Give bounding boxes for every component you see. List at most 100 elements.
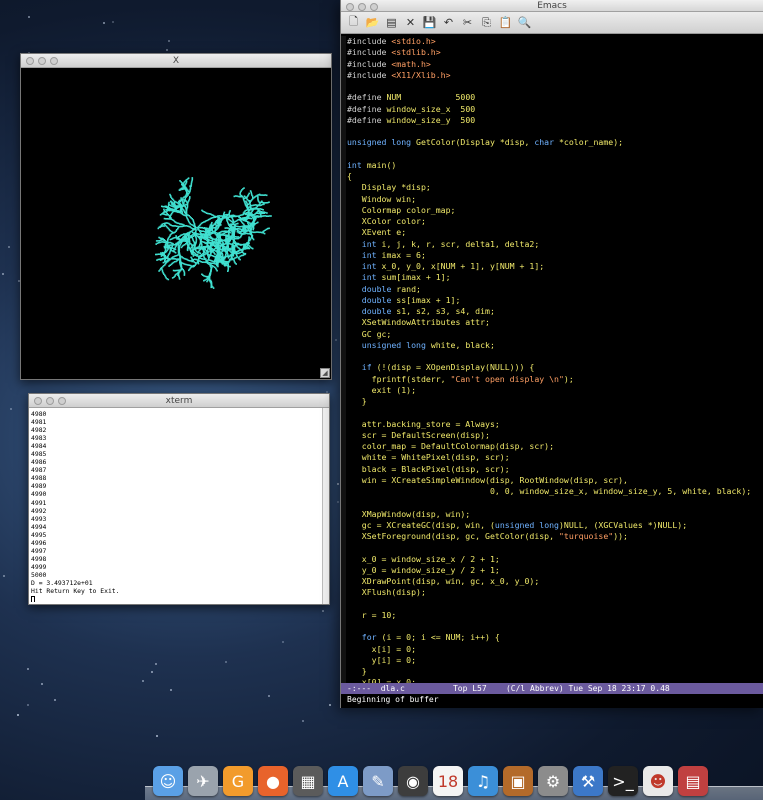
fractal-particle (222, 243, 225, 246)
fractal-particle (232, 229, 235, 231)
itunes-icon[interactable]: ♫ (468, 766, 498, 796)
fractal-particle (181, 210, 183, 213)
fractal-particle (186, 225, 189, 227)
calendar-icon[interactable]: 18 (433, 766, 463, 796)
close-button[interactable] (346, 3, 354, 11)
fractal-particle (256, 204, 258, 206)
zoom-button[interactable] (370, 3, 378, 11)
open-dir-icon[interactable]: ▤ (384, 15, 399, 30)
zoom-button[interactable] (50, 57, 58, 65)
fractal-particle (217, 239, 219, 241)
fractal-particle (247, 232, 249, 235)
fractal-particle (185, 210, 188, 213)
fractal-particle (175, 269, 178, 272)
window-app-icon[interactable]: ▤ (678, 766, 708, 796)
x11-window-title: X (172, 56, 180, 66)
copy-icon[interactable]: ⎘ (479, 15, 494, 30)
window-controls[interactable] (26, 57, 58, 65)
mode-line[interactable]: -:--- dla.c Top L57 (C/l Abbrev) Tue Sep… (341, 683, 763, 694)
cut-icon[interactable]: ✂ (460, 15, 475, 30)
fractal-particle (252, 228, 255, 231)
fractal-particle (206, 251, 208, 253)
fractal-particle (206, 234, 208, 236)
open-file-icon[interactable]: 📂 (365, 15, 380, 30)
fractal-particle (168, 216, 171, 219)
fractal-particle (188, 269, 190, 272)
firefox-icon[interactable]: ● (258, 766, 288, 796)
finder-icon[interactable]: ☺ (153, 766, 183, 796)
fractal-particle (210, 282, 212, 285)
fractal-particle (243, 225, 246, 227)
xterm-titlebar[interactable]: xterm (29, 394, 329, 408)
fractal-particle (228, 227, 231, 230)
emacs-window[interactable]: Emacs 🗋 📂 ▤ ✕ 💾 ↶ ✂ ⎘ 📋 🔍 #include <stdi… (340, 0, 763, 708)
window-controls[interactable] (34, 397, 66, 405)
fractal-particle (174, 246, 177, 248)
photo-icon[interactable]: ▣ (503, 766, 533, 796)
code-line: y[i] = 0; (347, 654, 417, 665)
close-button[interactable] (34, 397, 42, 405)
fractal-particle (254, 204, 257, 206)
xterm-line: 4995 (31, 530, 47, 539)
close-button[interactable] (26, 57, 34, 65)
cat-app-icon[interactable]: ☻ (643, 766, 673, 796)
xcode-icon[interactable]: ⚒ (573, 766, 603, 796)
facetime-icon[interactable]: ◉ (398, 766, 428, 796)
fractal-particle (227, 270, 229, 272)
zoom-button[interactable] (58, 397, 66, 405)
paste-icon[interactable]: 📋 (498, 15, 513, 30)
fractal-particle (249, 206, 252, 209)
fractal-particle (243, 245, 245, 247)
new-file-icon[interactable]: 🗋 (346, 15, 361, 30)
undo-icon[interactable]: ↶ (441, 15, 456, 30)
minimize-button[interactable] (38, 57, 46, 65)
fractal-particle (201, 261, 204, 263)
window-controls[interactable] (346, 3, 378, 11)
fractal-particle (172, 269, 175, 272)
preview-icon[interactable]: ✎ (363, 766, 393, 796)
app-store-icon[interactable]: A (328, 766, 358, 796)
search-icon[interactable]: 🔍 (517, 15, 532, 30)
fractal-particle (268, 215, 271, 217)
close-icon[interactable]: ✕ (403, 15, 418, 30)
xterm-output[interactable]: 4980 4981 4982 4983 4984 4985 4986 4987 4988 4989… (31, 410, 321, 602)
fractal-particle (195, 240, 198, 242)
fractal-particle (183, 274, 186, 276)
system-preferences-icon[interactable]: ⚙ (538, 766, 568, 796)
fractal-particle (207, 261, 209, 264)
fractal-particle (210, 247, 212, 249)
fractal-particle (203, 279, 205, 282)
code-line: double ss[imax + 1]; (361, 294, 461, 305)
fractal-particle (180, 225, 182, 228)
code-line: int i, j, k, r, scr, delta1, delta2; (361, 238, 540, 249)
xterm-window[interactable]: xterm 4980 4981 4982 4983 4984 4985 4986 4987 49… (28, 393, 330, 605)
emacs-titlebar[interactable]: Emacs (341, 0, 763, 12)
fractal-particle (200, 247, 203, 249)
fractal-particle (163, 208, 165, 211)
fractal-particle (198, 233, 200, 236)
fractal-particle (205, 258, 207, 260)
fractal-particle (181, 223, 184, 226)
fractal-particle (158, 270, 160, 272)
fractal-particle (169, 241, 172, 244)
fractal-particle (247, 247, 249, 250)
g-app-icon[interactable]: G (223, 766, 253, 796)
fractal-particle (242, 249, 244, 251)
fractal-particle (209, 239, 211, 242)
resize-grip[interactable]: ◢ (320, 368, 330, 378)
fractal-particle (217, 255, 220, 257)
xterm-line: 4983 (31, 434, 47, 443)
x11-window-titlebar[interactable]: X (21, 54, 331, 68)
star (301, 720, 304, 723)
x11-graphics-window[interactable]: X ◢ (20, 53, 332, 380)
terminal-icon[interactable]: >_ (608, 766, 638, 796)
minimize-button[interactable] (358, 3, 366, 11)
code-buffer[interactable]: #include <stdio.h> #include <stdlib.h> #in… (347, 36, 759, 684)
fractal-particle (161, 239, 163, 241)
xterm-scrollbar[interactable] (322, 408, 329, 604)
launchpad-icon[interactable]: ✈ (188, 766, 218, 796)
fractal-particle (155, 253, 157, 256)
save-icon[interactable]: 💾 (422, 15, 437, 30)
minimize-button[interactable] (46, 397, 54, 405)
system-monitor-icon[interactable]: ▦ (293, 766, 323, 796)
